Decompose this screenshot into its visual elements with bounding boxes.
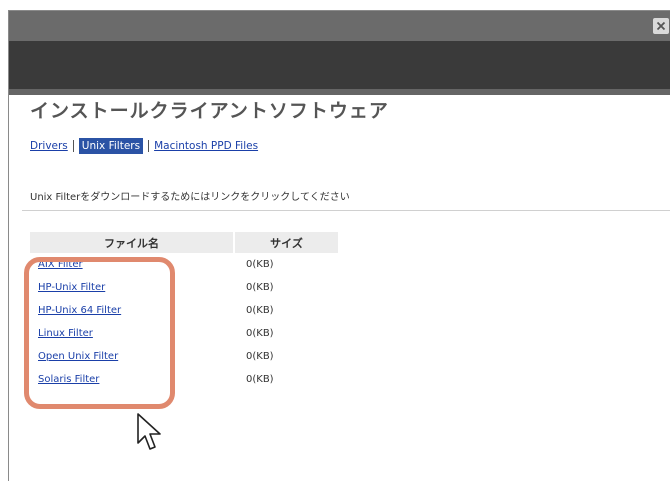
- open-unix-filter-link[interactable]: Open Unix Filter: [38, 351, 118, 362]
- instruction-text: Unix Filterをダウンロードするためにはリンクをクリックしてください: [30, 192, 350, 203]
- tab-drivers[interactable]: Drivers: [30, 140, 68, 152]
- table-header-row: ファイル名 サイズ: [30, 232, 338, 253]
- file-size: 0(KB): [246, 374, 274, 385]
- table-row: Solaris Filter 0(KB): [30, 368, 338, 391]
- file-type-tabs: Drivers Unix Filters Macintosh PPD Files: [30, 138, 258, 154]
- table-row: Open Unix Filter 0(KB): [30, 345, 338, 368]
- column-header-filename: ファイル名: [30, 232, 234, 253]
- file-size: 0(KB): [246, 282, 274, 293]
- tab-unix-filters[interactable]: Unix Filters: [78, 138, 144, 154]
- table-row: HP-Unix Filter 0(KB): [30, 276, 338, 299]
- table-row: AIX Filter 0(KB): [30, 253, 338, 276]
- file-size: 0(KB): [246, 351, 274, 362]
- tab-separator: [72, 140, 74, 152]
- page-title: インストールクライアントソフトウェア: [30, 100, 389, 122]
- aix-filter-link[interactable]: AIX Filter: [38, 259, 83, 270]
- mouse-pointer-icon: [136, 412, 162, 458]
- header-divider: [9, 89, 670, 95]
- close-icon: [656, 21, 666, 31]
- table-row: HP-Unix 64 Filter 0(KB): [30, 299, 338, 322]
- file-size: 0(KB): [246, 259, 274, 270]
- file-size: 0(KB): [246, 328, 274, 339]
- linux-filter-link[interactable]: Linux Filter: [38, 328, 93, 339]
- tab-separator: [148, 140, 150, 152]
- hp-unix-64-filter-link[interactable]: HP-Unix 64 Filter: [38, 305, 121, 316]
- solaris-filter-link[interactable]: Solaris Filter: [38, 374, 99, 385]
- tab-macintosh-ppd-files[interactable]: Macintosh PPD Files: [154, 140, 258, 152]
- file-size: 0(KB): [246, 305, 274, 316]
- close-button[interactable]: [653, 18, 669, 34]
- table-row: Linux Filter 0(KB): [30, 322, 338, 345]
- column-header-size: サイズ: [233, 232, 338, 253]
- file-table: ファイル名 サイズ AIX Filter 0(KB) HP-Unix Filte…: [30, 232, 338, 391]
- section-divider: [22, 210, 670, 211]
- hp-unix-filter-link[interactable]: HP-Unix Filter: [38, 282, 105, 293]
- app-header-bar: [9, 41, 670, 89]
- window-titlebar: [9, 11, 670, 41]
